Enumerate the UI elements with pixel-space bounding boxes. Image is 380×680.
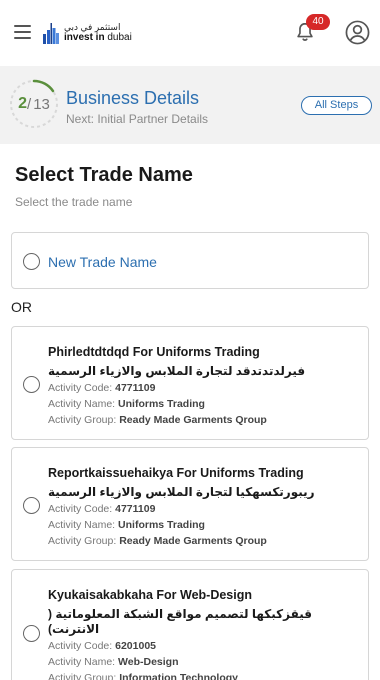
all-steps-button[interactable]: All Steps <box>301 96 372 115</box>
activity-group-row: Activity Group: Ready Made Garments Qrou… <box>48 414 267 426</box>
user-profile-icon[interactable] <box>345 20 370 45</box>
trade-name-arabic: ريبورتكسهكيا لتجارة الملابس والازياء الر… <box>48 485 315 499</box>
radio-button[interactable] <box>23 376 40 393</box>
radio-button[interactable] <box>23 625 40 642</box>
activity-name-row: Activity Name: Web-Design <box>48 656 179 668</box>
invest-in-dubai-logo[interactable]: استثمر في دبي invest in dubai <box>42 21 132 45</box>
new-trade-name-label: New Trade Name <box>48 254 157 270</box>
activity-code-row: Activity Code: 4771109 <box>48 382 156 394</box>
activity-group-row: Activity Group: Ready Made Garments Qrou… <box>48 535 267 547</box>
trade-name-english: Phirledtdtdqd For Uniforms Trading <box>48 345 260 359</box>
logo-arabic-text: استثمر في دبي <box>64 22 121 32</box>
step-counter: 2/13 <box>8 78 60 130</box>
current-step-title: Business Details <box>66 88 200 108</box>
radio-button[interactable] <box>23 253 40 270</box>
radio-button[interactable] <box>23 497 40 514</box>
step-separator: / <box>27 95 32 113</box>
trade-name-arabic: فيرلدتدتدقد لتجارة الملابس والازياء الرس… <box>48 364 306 378</box>
new-trade-name-option[interactable]: New Trade Name <box>11 232 369 289</box>
step-progress-band: 2/13 Business Details Next: Initial Part… <box>0 66 380 144</box>
or-divider-text: OR <box>11 299 32 315</box>
next-step-label: Next: Initial Partner Details <box>66 112 209 126</box>
activity-group-row: Activity Group: Information Technology <box>48 672 239 680</box>
notification-count-badge: 40 <box>306 14 330 30</box>
current-step: 2 <box>18 95 28 112</box>
page-title: Select Trade Name <box>15 164 193 186</box>
trade-name-arabic: قيقزكبكها لتصميم مواقع الشبكة المعلوماتي… <box>48 607 312 636</box>
activity-code-row: Activity Code: 6201005 <box>48 640 157 652</box>
dubai-skyline-icon <box>43 23 59 44</box>
activity-name-row: Activity Name: Uniforms Trading <box>48 398 205 410</box>
trade-name-option[interactable]: Kyukaisakabkaha For Web-Design قيقزكبكها… <box>11 569 369 680</box>
hamburger-menu-icon[interactable] <box>14 25 31 39</box>
trade-name-option[interactable]: Phirledtdtdqd For Uniforms Trading فيرلد… <box>11 326 369 440</box>
logo-english-text: invest in dubai <box>64 32 132 43</box>
top-bar: استثمر في دبي invest in dubai 40 <box>0 0 380 66</box>
total-steps: 13 <box>33 95 50 113</box>
trade-name-option[interactable]: Reportkaissuehaikya For Uniforms Trading… <box>11 447 369 561</box>
activity-name-row: Activity Name: Uniforms Trading <box>48 519 205 531</box>
trade-name-english: Kyukaisakabkaha For Web-Design <box>48 588 253 602</box>
activity-code-row: Activity Code: 4771109 <box>48 503 156 515</box>
trade-name-english: Reportkaissuehaikya For Uniforms Trading <box>48 466 304 480</box>
page-subtitle: Select the trade name <box>15 195 133 209</box>
